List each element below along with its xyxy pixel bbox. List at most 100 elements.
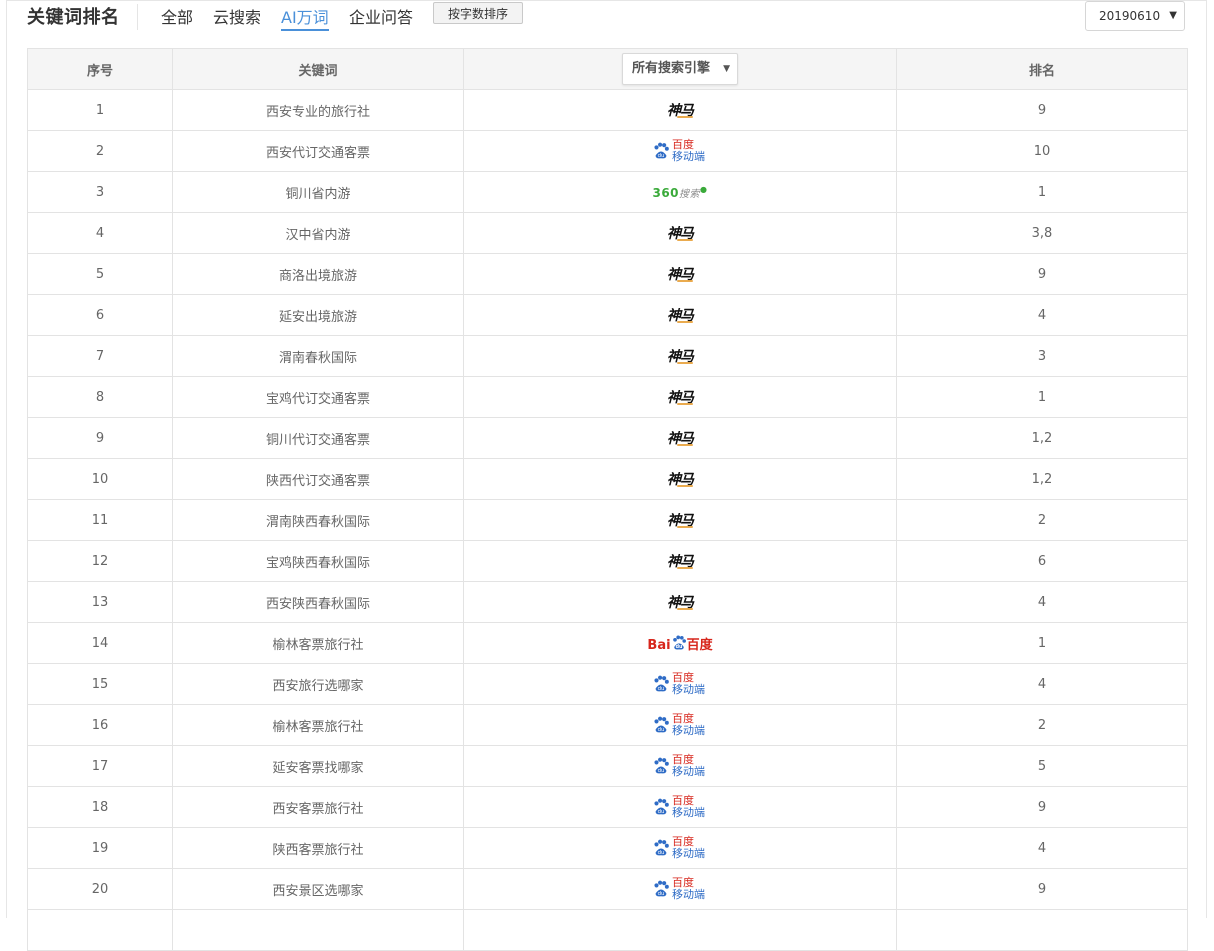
row-engine: 神马 (463, 540, 897, 582)
row-rank: 10 (896, 130, 1188, 172)
row-rank: 4 (896, 581, 1188, 623)
header-engine: 所有搜索引擎 ▼ (463, 48, 897, 90)
row-index: 16 (27, 704, 173, 746)
row-keyword: 榆林客票旅行社 (172, 622, 464, 664)
table-body: 1 西安专业的旅行社 神马 9 2 西安代订交通客票 du 百度 移动端 10 3 铜川省内游 360搜… (27, 89, 1188, 951)
table-row: 8 宝鸡代订交通客票 神马 1 (27, 376, 1188, 418)
row-rank: 1 (896, 622, 1188, 664)
row-rank: 9 (896, 253, 1188, 295)
row-keyword: 宝鸡代订交通客票 (172, 376, 464, 418)
row-engine: 神马 (463, 581, 897, 623)
baidu-paw-icon: du (652, 880, 670, 898)
row-keyword: 西安客票旅行社 (172, 786, 464, 828)
table-row: 20 西安景区选哪家 du 百度 移动端 9 (27, 868, 1188, 910)
row-index: 17 (27, 745, 173, 787)
row-rank: 4 (896, 827, 1188, 869)
row-keyword: 榆林客票旅行社 (172, 704, 464, 746)
baidu-mobile-logo: du 百度 移动端 (650, 794, 710, 820)
shenma-logo: 神马 (667, 431, 694, 447)
baidu-paw-icon: du (652, 757, 670, 775)
row-keyword: 西安旅行选哪家 (172, 663, 464, 705)
baidu-paw-icon: du (652, 839, 670, 857)
shenma-logo: 神马 (667, 267, 694, 283)
baidu-mobile-logo: du 百度 移动端 (650, 835, 710, 861)
engine-filter-dropdown[interactable]: 所有搜索引擎 ▼ (622, 53, 738, 85)
svg-text:du: du (675, 644, 682, 650)
date-select[interactable]: 20190610 ▼ (1085, 1, 1185, 31)
baidu-mobile-logo: du 百度 移动端 (650, 671, 710, 697)
baidu-logo: Bai du 百度 (647, 634, 713, 653)
table-row: 6 延安出境旅游 神马 4 (27, 294, 1188, 336)
table-row: 2 西安代订交通客票 du 百度 移动端 10 (27, 130, 1188, 172)
row-index: 7 (27, 335, 173, 377)
table-row: 9 铜川代订交通客票 神马 1,2 (27, 417, 1188, 459)
row-rank: 2 (896, 499, 1188, 541)
tab-all[interactable]: 全部 (161, 4, 193, 28)
row-keyword: 渭南春秋国际 (172, 335, 464, 377)
baidu-paw-icon: du (652, 675, 670, 693)
so360-logo: 360搜索● (652, 184, 708, 200)
row-engine: du 百度 移动端 (463, 745, 897, 787)
row-rank: 9 (896, 89, 1188, 131)
row-engine: du 百度 移动端 (463, 786, 897, 828)
baidu-mobile-logo: du 百度 移动端 (650, 876, 710, 902)
baidu-mobile-logo: du 百度 移动端 (650, 753, 710, 779)
row-index: 9 (27, 417, 173, 459)
header-keyword: 关键词 (172, 48, 464, 90)
sort-by-length-button[interactable]: 按字数排序 (433, 2, 523, 24)
shenma-logo: 神马 (667, 390, 694, 406)
row-engine: du 百度 移动端 (463, 827, 897, 869)
shenma-logo: 神马 (667, 472, 694, 488)
row-keyword: 延安客票找哪家 (172, 745, 464, 787)
row-index: 12 (27, 540, 173, 582)
row-index: 13 (27, 581, 173, 623)
tab-ai-words[interactable]: AI万词 (281, 4, 329, 31)
row-engine: du 百度 移动端 (463, 130, 897, 172)
row-rank: 2 (896, 704, 1188, 746)
row-keyword: 西安景区选哪家 (172, 868, 464, 910)
table-row: 7 渭南春秋国际 神马 3 (27, 335, 1188, 377)
row-engine: du 百度 移动端 (463, 868, 897, 910)
row-rank: 4 (896, 663, 1188, 705)
baidu-paw-icon: du (652, 716, 670, 734)
table-row: 11 渭南陕西春秋国际 神马 2 (27, 499, 1188, 541)
svg-text:du: du (658, 768, 665, 774)
row-rank: 1,2 (896, 458, 1188, 500)
row-engine: 360搜索● (463, 171, 897, 213)
row-rank: 1 (896, 376, 1188, 418)
row-keyword: 铜川省内游 (172, 171, 464, 213)
row-index: 19 (27, 827, 173, 869)
row-engine: 神马 (463, 212, 897, 254)
row-rank: 1,2 (896, 417, 1188, 459)
table-row: 19 陕西客票旅行社 du 百度 移动端 4 (27, 827, 1188, 869)
tab-enterprise-qa[interactable]: 企业问答 (349, 4, 413, 28)
row-keyword: 西安专业的旅行社 (172, 89, 464, 131)
row-index: 11 (27, 499, 173, 541)
row-keyword: 西安代订交通客票 (172, 130, 464, 172)
table-row: 10 陕西代订交通客票 神马 1,2 (27, 458, 1188, 500)
row-engine: 神马 (463, 458, 897, 500)
row-engine: 神马 (463, 89, 897, 131)
top-bar: 关键词排名 全部 云搜索 AI万词 企业问答 按字数排序 20190610 ▼ (27, 0, 1187, 34)
title-divider (137, 4, 138, 30)
row-keyword: 陕西代订交通客票 (172, 458, 464, 500)
row-rank: 6 (896, 540, 1188, 582)
tab-cloud-search[interactable]: 云搜索 (213, 4, 261, 28)
shenma-logo: 神马 (667, 554, 694, 570)
row-keyword: 陕西客票旅行社 (172, 827, 464, 869)
row-index: 2 (27, 130, 173, 172)
engine-filter-label: 所有搜索引擎 (632, 61, 711, 76)
row-engine: du 百度 移动端 (463, 663, 897, 705)
baidu-mobile-logo: du 百度 移动端 (650, 712, 710, 738)
row-keyword: 宝鸡陕西春秋国际 (172, 540, 464, 582)
row-engine: 神马 (463, 294, 897, 336)
row-engine: du 百度 移动端 (463, 704, 897, 746)
row-engine: 神马 (463, 253, 897, 295)
header-index: 序号 (27, 48, 173, 90)
row-engine: Bai du 百度 (463, 622, 897, 664)
row-index: 18 (27, 786, 173, 828)
row-rank: 5 (896, 745, 1188, 787)
row-index: 1 (27, 89, 173, 131)
table-row: 14 榆林客票旅行社 Bai du 百度 1 (27, 622, 1188, 664)
row-rank: 3,8 (896, 212, 1188, 254)
